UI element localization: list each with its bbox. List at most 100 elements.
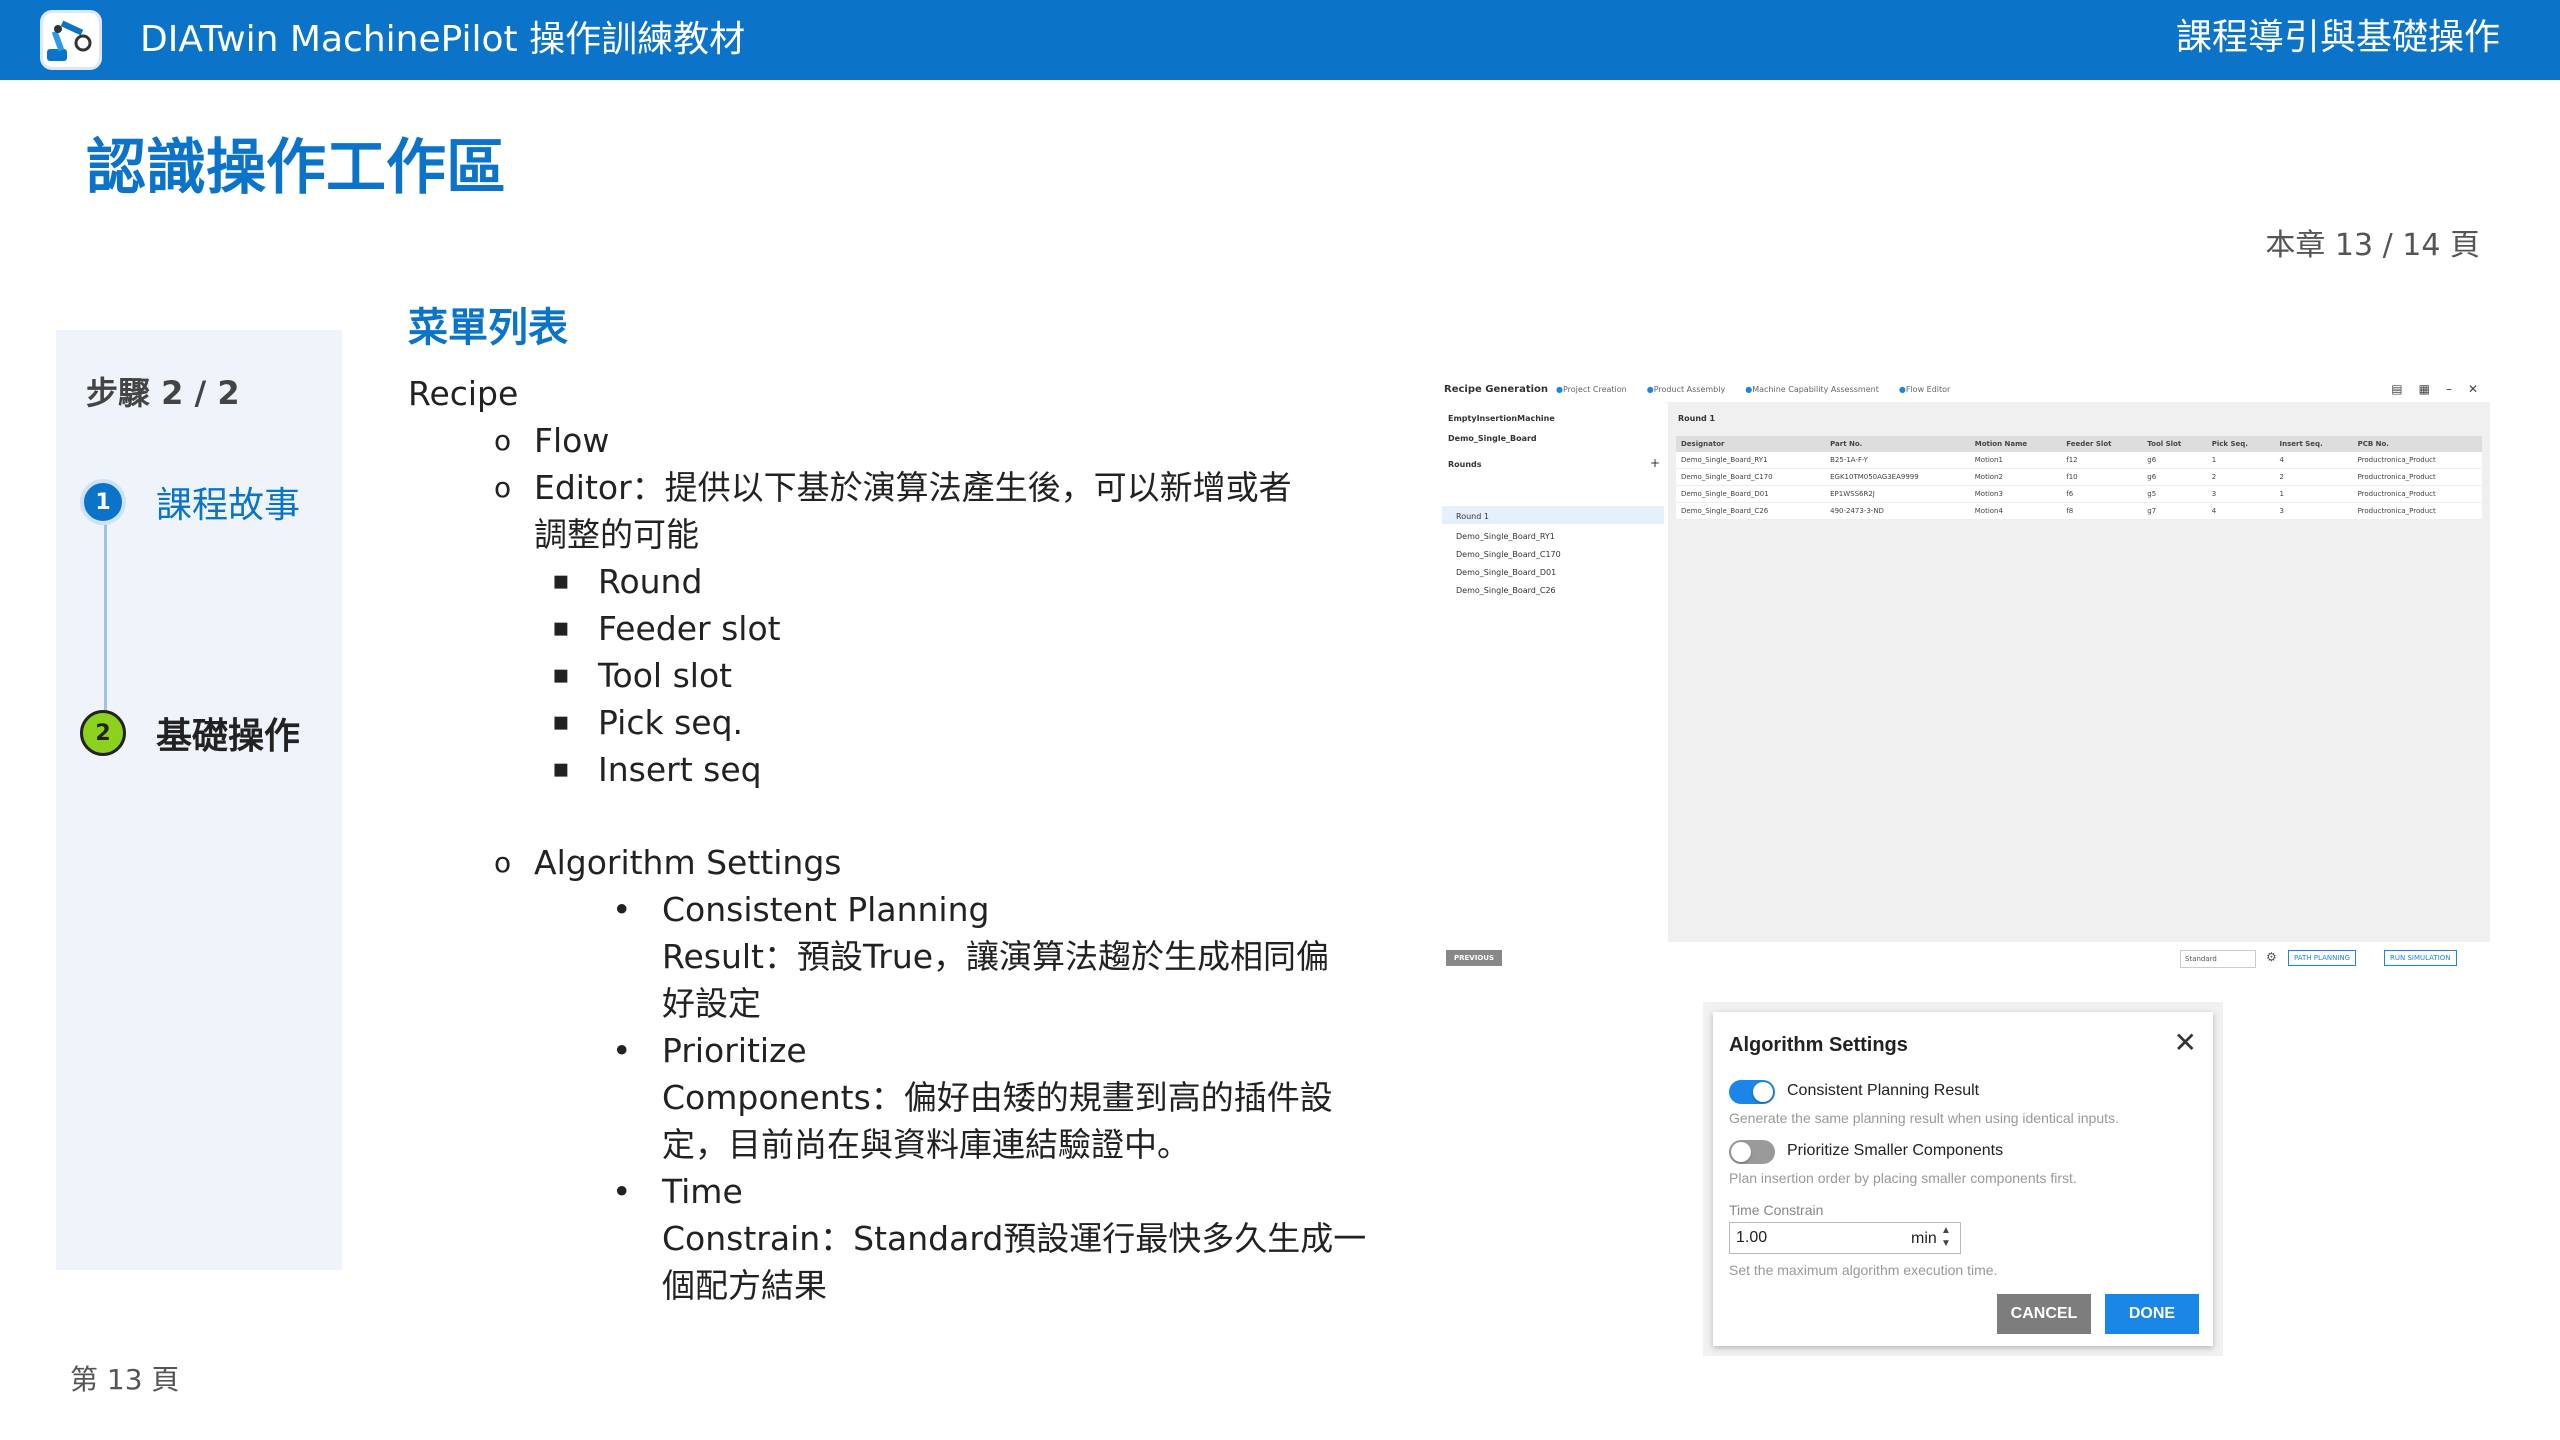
done-button[interactable]: DONE <box>2105 1294 2199 1334</box>
insert-seq-select[interactable]: 2 <box>2274 468 2353 486</box>
rounds-sidebar: EmptyInsertionMachine Demo_Single_Board … <box>1440 402 1666 942</box>
cell: f10 <box>2061 468 2143 486</box>
app-title: Recipe Generation <box>1444 384 1549 395</box>
flow-desc-line1: Editor：提供以下基於演算法產生後，可以新增或者 <box>534 468 1292 507</box>
algo-sub-line: Consistent Planning <box>662 890 990 929</box>
algo-sub-item: Prioritize Components：偏好由矮的規畫到高的插件設 定，目前… <box>408 1027 1398 1168</box>
col-header: Part No. <box>1825 436 1970 452</box>
step-connector <box>104 522 107 722</box>
cell: 490-2473-3-ND <box>1825 502 1970 520</box>
recipe-heading: Recipe <box>408 374 519 413</box>
cancel-button[interactable]: CANCEL <box>1997 1294 2091 1334</box>
table-row[interactable]: Demo_Single_Board_C26 490-2473-3-ND Moti… <box>1676 502 2482 520</box>
close-icon[interactable]: ✕ <box>2174 1026 2197 1059</box>
round-item[interactable]: Round 1 <box>1456 512 1489 521</box>
crumb[interactable]: Project Creation <box>1556 385 1627 394</box>
insert-seq-select[interactable]: 4 <box>2274 452 2353 469</box>
course-title: DIATwin MachinePilot 操作訓練教材 <box>140 19 746 60</box>
cell: Productronica_Product <box>2352 468 2482 486</box>
algo-sub-line: Components：偏好由矮的規畫到高的插件設 <box>662 1078 1333 1117</box>
step-panel: 步驟 2 / 2 1 課程故事 2 基礎操作 <box>56 330 342 1270</box>
table-row[interactable]: Demo_Single_Board_RY1 B25-1A-F-Y Motion1… <box>1676 452 2482 469</box>
algo-sub-item: Consistent Planning Result：預設True，讓演算法趨於… <box>408 886 1398 1027</box>
step-number: 1 <box>80 479 126 525</box>
machine-name[interactable]: EmptyInsertionMachine <box>1448 414 1555 423</box>
table-row[interactable]: Demo_Single_Board_D01 EP1WSS6R2J Motion3… <box>1676 485 2482 503</box>
page-footer: 第 13 頁 <box>70 1363 180 1396</box>
step-item-1[interactable]: 1 課程故事 <box>80 476 300 528</box>
save-icon[interactable]: ▤ <box>2391 382 2402 396</box>
cell: g5 <box>2142 485 2207 503</box>
step-item-2[interactable]: 2 基礎操作 <box>80 707 300 759</box>
algo-sub-line: 個配方結果 <box>662 1266 827 1305</box>
opt1-label: Consistent Planning Result <box>1787 1082 1980 1099</box>
round-item[interactable]: Demo_Single_Board_C170 <box>1456 550 1561 559</box>
crumb[interactable]: Machine Capability Assessment <box>1745 385 1879 394</box>
round-item[interactable]: Demo_Single_Board_RY1 <box>1456 532 1555 541</box>
cell: B25-1A-F-Y <box>1825 452 1970 469</box>
content-body: 菜單列表 Recipe Flow Editor：提供以下基於演算法產生後，可以新… <box>408 300 1398 1309</box>
list-item: Feeder slot <box>408 605 1398 652</box>
algo-sub-line: Constrain：Standard預設運行最快多久生成一 <box>662 1219 1367 1258</box>
table-row[interactable]: Demo_Single_Board_C170 EGK10TM050AG3EA99… <box>1676 468 2482 486</box>
rounds-label: Rounds <box>1448 460 1482 469</box>
page-title: 認識操作工作區 <box>86 133 506 203</box>
algo-item: Algorithm Settings <box>408 839 1398 886</box>
board-name[interactable]: Demo_Single_Board <box>1448 434 1537 443</box>
pick-seq-select[interactable]: 1 <box>2206 452 2275 469</box>
list-item: Round <box>408 558 1398 605</box>
export-icon[interactable]: ▦ <box>2419 382 2430 396</box>
cell: g6 <box>2142 452 2207 469</box>
grid-title: Round 1 <box>1678 414 1716 423</box>
recipe-generation-screenshot: Recipe Generation Project Creation Produ… <box>1440 372 2490 972</box>
close-icon[interactable]: ✕ <box>2468 382 2478 396</box>
add-round-icon[interactable]: + <box>1650 456 1660 470</box>
previous-button[interactable]: PREVIOUS <box>1446 950 1503 966</box>
cell: Productronica_Product <box>2352 502 2482 520</box>
mode-select[interactable]: Standard <box>2180 950 2256 968</box>
list-item: Insert seq <box>408 746 1398 793</box>
prioritize-smaller-toggle[interactable] <box>1729 1140 1775 1164</box>
screenshot-bottom-bar: PREVIOUS Standard ⚙ PATH PLANNING RUN SI… <box>1440 942 2490 972</box>
step-label: 課程故事 <box>156 485 301 526</box>
round-item[interactable]: Demo_Single_Board_C26 <box>1456 586 1556 595</box>
insert-seq-select[interactable]: 3 <box>2274 502 2353 520</box>
minimize-icon[interactable]: – <box>2446 382 2452 396</box>
stepper-icon[interactable]: ▲ ▼ <box>1941 1224 1951 1250</box>
cell: Productronica_Product <box>2352 485 2482 503</box>
gear-icon[interactable]: ⚙ <box>2266 950 2277 964</box>
chapter-progress: 本章 13 / 14 頁 <box>2265 228 2480 263</box>
cell: f6 <box>2061 485 2143 503</box>
col-header: Tool Slot <box>2142 436 2207 452</box>
flow-desc: Editor：提供以下基於演算法產生後，可以新增或者 調整的可能 <box>408 464 1398 558</box>
pick-seq-select[interactable]: 2 <box>2206 468 2275 486</box>
col-header: Designator <box>1676 436 1826 452</box>
col-header: Motion Name <box>1969 436 2062 452</box>
algo-sub-line: 定，目前尚在與資料庫連結驗證中。 <box>662 1125 1190 1164</box>
col-header: Pick Seq. <box>2206 436 2275 452</box>
cell: g6 <box>2142 468 2207 486</box>
run-simulation-button[interactable]: RUN SIMULATION <box>2384 950 2457 966</box>
round-table: Designator Part No. Motion Name Feeder S… <box>1676 436 2482 520</box>
flow-desc-line2: 調整的可能 <box>534 515 699 554</box>
algo-sub-line: Result：預設True，讓演算法趨於生成相同偏 <box>662 937 1330 976</box>
time-unit: min <box>1911 1230 1937 1247</box>
consistent-planning-toggle[interactable] <box>1729 1080 1775 1104</box>
pick-seq-select[interactable]: 4 <box>2206 502 2275 520</box>
breadcrumb: Project Creation Product Assembly Machin… <box>1556 385 1950 394</box>
col-header: Feeder Slot <box>2061 436 2143 452</box>
pick-seq-select[interactable]: 3 <box>2206 485 2275 503</box>
opt1-hint: Generate the same planning result when u… <box>1729 1110 2119 1126</box>
header-bar: DIATwin MachinePilot 操作訓練教材 課程導引與基礎操作 <box>0 0 2560 80</box>
time-constrain-hint: Set the maximum algorithm execution time… <box>1729 1262 1998 1278</box>
cell: Motion1 <box>1969 452 2062 469</box>
crumb[interactable]: Flow Editor <box>1899 385 1950 394</box>
cell: EP1WSS6R2J <box>1825 485 1970 503</box>
path-planning-button[interactable]: PATH PLANNING <box>2288 950 2357 966</box>
dialog-title: Algorithm Settings <box>1729 1034 1908 1056</box>
window-controls: ▤ ▦ – ✕ <box>2391 382 2478 396</box>
round-item[interactable]: Demo_Single_Board_D01 <box>1456 568 1556 577</box>
crumb[interactable]: Product Assembly <box>1647 385 1725 394</box>
insert-seq-select[interactable]: 1 <box>2274 485 2353 503</box>
algo-sub-line: 好設定 <box>662 984 761 1023</box>
